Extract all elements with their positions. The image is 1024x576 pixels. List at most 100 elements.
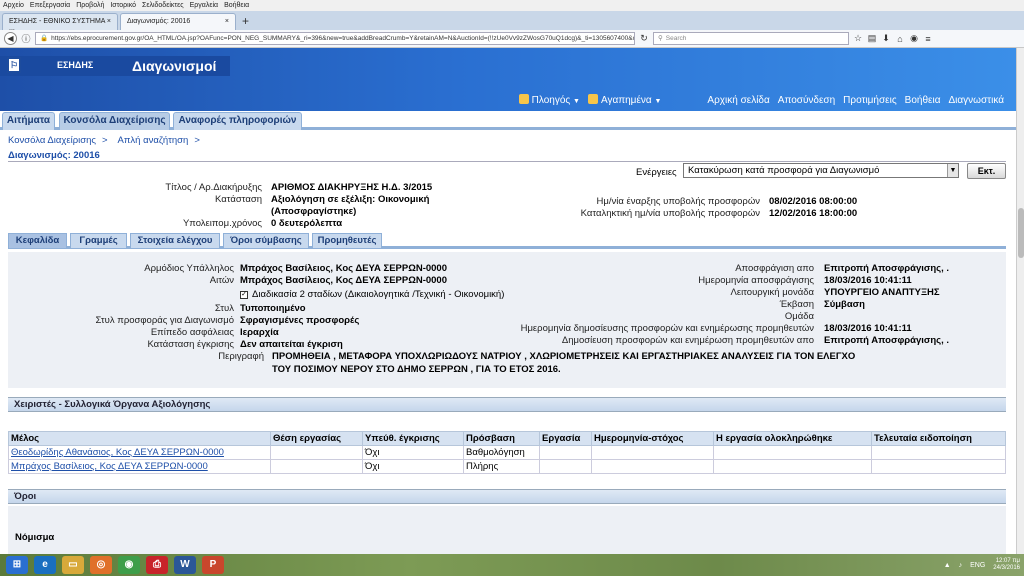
security-label: Επίπεδο ασφάλειας bbox=[150, 327, 234, 338]
pdf-icon[interactable]: ⎙ bbox=[146, 556, 168, 574]
word-icon[interactable]: W bbox=[174, 556, 196, 574]
favorites-menu[interactable]: Αγαπημένα ▼ bbox=[587, 94, 661, 106]
tab-suppliers[interactable]: Προμηθευτές bbox=[312, 233, 382, 249]
actions-label: Ενέργειες bbox=[636, 167, 677, 178]
menu-view[interactable]: Προβολή bbox=[76, 0, 104, 11]
tab-reports[interactable]: Αναφορές πληροφοριών bbox=[173, 112, 302, 130]
section-header-evaluators: Χειριστές - Συλλογικά Όργανα Αξιολόγησης bbox=[8, 397, 1006, 412]
search-input[interactable]: ⚲ Search bbox=[653, 32, 849, 45]
menu-tools[interactable]: Εργαλεία bbox=[190, 0, 218, 11]
column-header-target-date: Ημερομηνία-στόχος bbox=[591, 431, 714, 446]
tab-lines[interactable]: Γραμμές bbox=[70, 233, 127, 249]
menu-history[interactable]: Ιστορικό bbox=[110, 0, 136, 11]
breadcrumb-separator: > bbox=[194, 135, 200, 146]
table-row: Μπράχος Βασίλειος, Κος ΔΕΥΑ ΣΕΡΡΩΝ-0000 … bbox=[8, 459, 1006, 474]
chevron-down-icon[interactable]: ▼ bbox=[947, 164, 958, 177]
member-link[interactable]: Μπράχος Βασίλειος, Κος ΔΕΥΑ ΣΕΡΡΩΝ-0000 bbox=[8, 459, 271, 474]
outcome-value: Σύμβαση bbox=[824, 299, 865, 310]
tab-requests[interactable]: Αιτήματα bbox=[2, 112, 55, 130]
publish-by-label: Δημοσίευση προσφορών και ενημέρωση προμη… bbox=[561, 335, 814, 346]
powerpoint-icon[interactable]: P bbox=[202, 556, 224, 574]
bookmark-star-icon[interactable]: ☆ bbox=[853, 33, 863, 44]
tab-admin-console[interactable]: Κονσόλα Διαχείρισης bbox=[59, 112, 170, 130]
home-icon[interactable]: ⌂ bbox=[895, 34, 905, 44]
column-header-task-completed: Η εργασία ολοκληρώθηκε bbox=[713, 431, 872, 446]
browser-tab-active[interactable]: Διαγωνισμός: 20016 × bbox=[120, 13, 236, 30]
logout-link[interactable]: Αποσύνδεση bbox=[778, 95, 835, 106]
table-header-row: Μέλος Θέση εργασίας Υπεύθ. έγκρισης Πρόσ… bbox=[8, 431, 1006, 446]
breadcrumb-admin-console[interactable]: Κονσόλα Διαχείρισης bbox=[8, 135, 96, 146]
pocket-icon[interactable]: ◉ bbox=[909, 33, 919, 44]
clock[interactable]: 12:07 πμ 24/3/2016 bbox=[993, 558, 1020, 572]
ie-icon[interactable]: e bbox=[34, 556, 56, 574]
table-cell bbox=[539, 459, 592, 474]
table-row: Θεοδωρίδης Αθανάσιος, Κος ΔΕΥΑ ΣΕΡΡΩΝ-00… bbox=[8, 445, 1006, 460]
table-cell bbox=[539, 445, 592, 460]
url-text: https://ebs.eprocurement.gov.gr/OA_HTML/… bbox=[51, 35, 635, 42]
favorites-label: Αγαπημένα bbox=[600, 95, 652, 106]
chrome-icon[interactable]: ◉ bbox=[118, 556, 140, 574]
remaining-time-value: 0 δευτερόλεπτα bbox=[271, 218, 343, 229]
vertical-scrollbar[interactable] bbox=[1016, 48, 1024, 554]
navigator-menu[interactable]: Πλοηγός ▼ bbox=[518, 94, 580, 106]
close-icon[interactable]: × bbox=[107, 18, 111, 26]
menu-edit[interactable]: Επεξεργασία bbox=[30, 0, 70, 11]
language-indicator[interactable]: ENG bbox=[970, 562, 985, 569]
start-icon[interactable]: ⊞ bbox=[6, 556, 28, 574]
publish-by-value: Επιτροπή Αποσφράγισης, . bbox=[824, 335, 950, 346]
browser-tab[interactable]: ΕΣΗΔΗΣ - ΕΘΝΙΚΟ ΣΥΣΤΗΜΑ ... × bbox=[2, 13, 118, 32]
download-icon[interactable]: ⬇ bbox=[881, 33, 891, 44]
info-icon[interactable]: ⓘ bbox=[21, 32, 31, 45]
security-value: Ιεραρχία bbox=[240, 327, 279, 338]
app-title: Διαγωνισμοί bbox=[132, 58, 217, 74]
style-label: Στυλ bbox=[214, 303, 234, 314]
search-placeholder: Search bbox=[665, 35, 687, 42]
status-value: Αξιολόγηση σε εξέλιξη: Οικονομική bbox=[271, 194, 430, 205]
scrollbar-thumb[interactable] bbox=[1018, 208, 1024, 258]
file-explorer-icon[interactable]: ▭ bbox=[62, 556, 84, 574]
tab-contract-terms[interactable]: Όροι σύμβασης bbox=[223, 233, 309, 249]
table-cell bbox=[871, 445, 1006, 460]
firefox-icon[interactable]: ◎ bbox=[90, 556, 112, 574]
table-cell bbox=[270, 445, 363, 460]
volume-icon[interactable]: ♪ bbox=[959, 562, 963, 569]
hamburger-menu-icon[interactable]: ≡ bbox=[923, 34, 933, 44]
member-link[interactable]: Θεοδωρίδης Αθανάσιος, Κος ΔΕΥΑ ΣΕΡΡΩΝ-00… bbox=[8, 445, 271, 460]
style-value: Τυποποιημένο bbox=[240, 303, 306, 314]
unseal-by-label: Αποσφράγιση απο bbox=[735, 263, 814, 274]
publish-date-label: Ημερομηνία δημοσίευσης προσφορών και ενη… bbox=[520, 323, 814, 334]
home-link[interactable]: Αρχική σελίδα bbox=[707, 95, 769, 106]
table-cell bbox=[270, 459, 363, 474]
unseal-by-value: Επιτροπή Αποσφράγισης, . bbox=[824, 263, 950, 274]
help-link[interactable]: Βοήθεια bbox=[905, 95, 941, 106]
title-label: Τίτλος / Αρ.Διακήρυξης bbox=[165, 182, 262, 193]
menu-file[interactable]: Αρχείο bbox=[3, 0, 24, 11]
unit-value: ΥΠΟΥΡΓΕΙΟ ΑΝΑΠΤΥΞΗΣ bbox=[824, 287, 940, 298]
page-title: Διαγωνισμός: 20016 bbox=[8, 150, 100, 161]
back-icon[interactable]: ◀ bbox=[4, 32, 17, 45]
new-tab-button[interactable]: + bbox=[238, 14, 253, 30]
close-icon[interactable]: × bbox=[225, 18, 229, 26]
reload-icon[interactable]: ↻ bbox=[639, 33, 649, 44]
tab-header[interactable]: Κεφαλίδα bbox=[8, 233, 67, 249]
os-taskbar: ⊞ e ▭ ◎ ◉ ⎙ W P ▲ ♪ ENG 12:07 πμ 24/3/20… bbox=[0, 554, 1024, 576]
menu-bookmarks[interactable]: Σελιδοδείκτες bbox=[142, 0, 184, 11]
execute-button[interactable]: Εκτ. bbox=[967, 163, 1006, 179]
browser-menubar: Αρχείο Επεξεργασία Προβολή Ιστορικό Σελι… bbox=[0, 0, 1024, 11]
global-nav: Πλοηγός ▼ Αγαπημένα ▼ Αρχική σελίδα Αποσ… bbox=[518, 94, 1005, 106]
actions-select[interactable]: Κατακύρωση κατά προσφορά για Διαγωνισμό … bbox=[683, 163, 959, 178]
network-icon[interactable]: ▲ bbox=[944, 562, 951, 569]
browser-navbar: ◀ ⓘ 🔒 https://ebs.eprocurement.gov.gr/OA… bbox=[0, 30, 1024, 48]
url-bar[interactable]: 🔒 https://ebs.eprocurement.gov.gr/OA_HTM… bbox=[35, 32, 635, 45]
bookmarks-list-icon[interactable]: ▤ bbox=[867, 33, 877, 44]
chevron-down-icon: ▼ bbox=[573, 98, 580, 105]
menu-help[interactable]: Βοήθεια bbox=[224, 0, 249, 11]
tab-controls[interactable]: Στοιχεία ελέγχου bbox=[130, 233, 220, 249]
title-value: ΑΡΙΘΜΟΣ ΔΙΑΚΗΡΥΞΗΣ Η.Δ. 3/2015 bbox=[271, 182, 433, 193]
preferences-link[interactable]: Προτιμήσεις bbox=[843, 95, 897, 106]
table-cell bbox=[591, 445, 714, 460]
section-header-terms: Όροι bbox=[8, 489, 1006, 504]
breadcrumb-simple-search[interactable]: Απλή αναζήτηση bbox=[118, 135, 189, 146]
diagnostics-link[interactable]: Διαγνωστικά bbox=[949, 95, 1005, 106]
two-stage-label: Διαδικασία 2 σταδίων (Δικαιολογητικά /Τε… bbox=[252, 289, 505, 300]
